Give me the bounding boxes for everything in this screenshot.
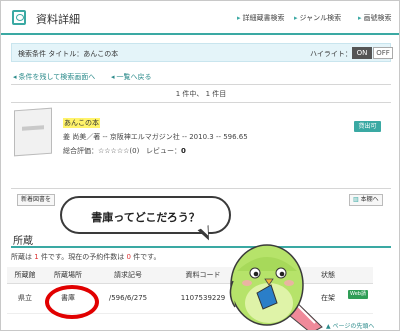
divider: [11, 84, 391, 85]
page: 資料詳細 ▸ 詳細蔵書検索 ▸ ジャンル検索 ▸ 画號検索 検索条件 タイトル：あんこ…: [0, 0, 400, 331]
highlight-label: ハイライト：: [310, 50, 352, 58]
search-logo-icon: [12, 10, 26, 25]
col-call-number: 請求記号: [93, 267, 163, 284]
rating-stars-icon: ☆☆☆☆☆: [98, 147, 130, 155]
caret-left-icon: ◂: [13, 73, 17, 81]
cell-action: Web請求: [343, 283, 373, 314]
col-action: [343, 267, 373, 284]
highlight-on-toggle[interactable]: ON: [352, 47, 372, 59]
nav-advanced-search[interactable]: ▸ 詳細蔵書検索: [237, 13, 285, 23]
bird-mascot-icon: [229, 244, 323, 330]
web-request-button[interactable]: Web請求: [348, 290, 368, 306]
holdings-heading: 所蔵: [13, 236, 33, 247]
col-library: 所蔵館: [7, 267, 43, 284]
search-condition-bar: 検索条件 タイトル：あんこの本 ハイライト： ON OFF: [11, 43, 393, 62]
caret-icon: ▸: [294, 14, 298, 22]
book-rating: 総合評価：☆☆☆☆☆(0) レビュー：0: [63, 147, 186, 155]
caret-icon: ▸: [237, 14, 241, 22]
caret-left-icon: ◂: [111, 73, 115, 81]
nav-image-search[interactable]: ▸ 画號検索: [358, 13, 392, 23]
highlight-circle: [45, 285, 99, 319]
caret-icon: ▸: [358, 14, 362, 22]
book-meta: 姜 尚美／著 -- 京阪神エルマガジン社 -- 2010.3 -- 596.65: [63, 133, 248, 141]
result-count: 1 件中、 1 件目: [175, 90, 227, 98]
book-title[interactable]: あんこの本: [63, 118, 100, 128]
new-books-button[interactable]: 新着図書を: [17, 194, 56, 206]
divider: [11, 102, 391, 103]
back-to-search-link[interactable]: ◂ 条件を残して検索画面へ: [13, 72, 95, 82]
loan-status-badge: 貸出可: [354, 121, 381, 132]
bookshelf-button[interactable]: ▥ 本棚へ: [349, 194, 383, 206]
bookshelf-icon: ▥: [353, 196, 359, 203]
back-to-list-link[interactable]: ◂ 一覧へ戻る: [111, 72, 152, 82]
divider: [11, 188, 391, 189]
page-title: 資料詳細: [36, 13, 80, 26]
search-condition-label: 検索条件 タイトル：あんこの本: [18, 50, 119, 58]
cell-call-number: /596/6/275: [93, 283, 163, 314]
header: 資料詳細 ▸ 詳細蔵書検索 ▸ ジャンル検索 ▸ 画號検索: [1, 1, 399, 35]
col-location: 所蔵場所: [43, 267, 93, 284]
cell-library: 県立: [7, 283, 43, 314]
nav-genre-search[interactable]: ▸ ジャンル検索: [294, 13, 341, 23]
book-cover-placeholder: [14, 107, 52, 157]
holdings-underline: [11, 246, 391, 248]
speech-bubble-text: 書庫ってどこだろう？: [91, 211, 200, 224]
holdings-summary: 所蔵は 1 件です。現在の予約件数は 0 件です。: [11, 253, 161, 261]
highlight-off-toggle[interactable]: OFF: [373, 47, 393, 59]
back-to-top-link[interactable]: ▲ ページの先頭へ: [326, 321, 374, 330]
